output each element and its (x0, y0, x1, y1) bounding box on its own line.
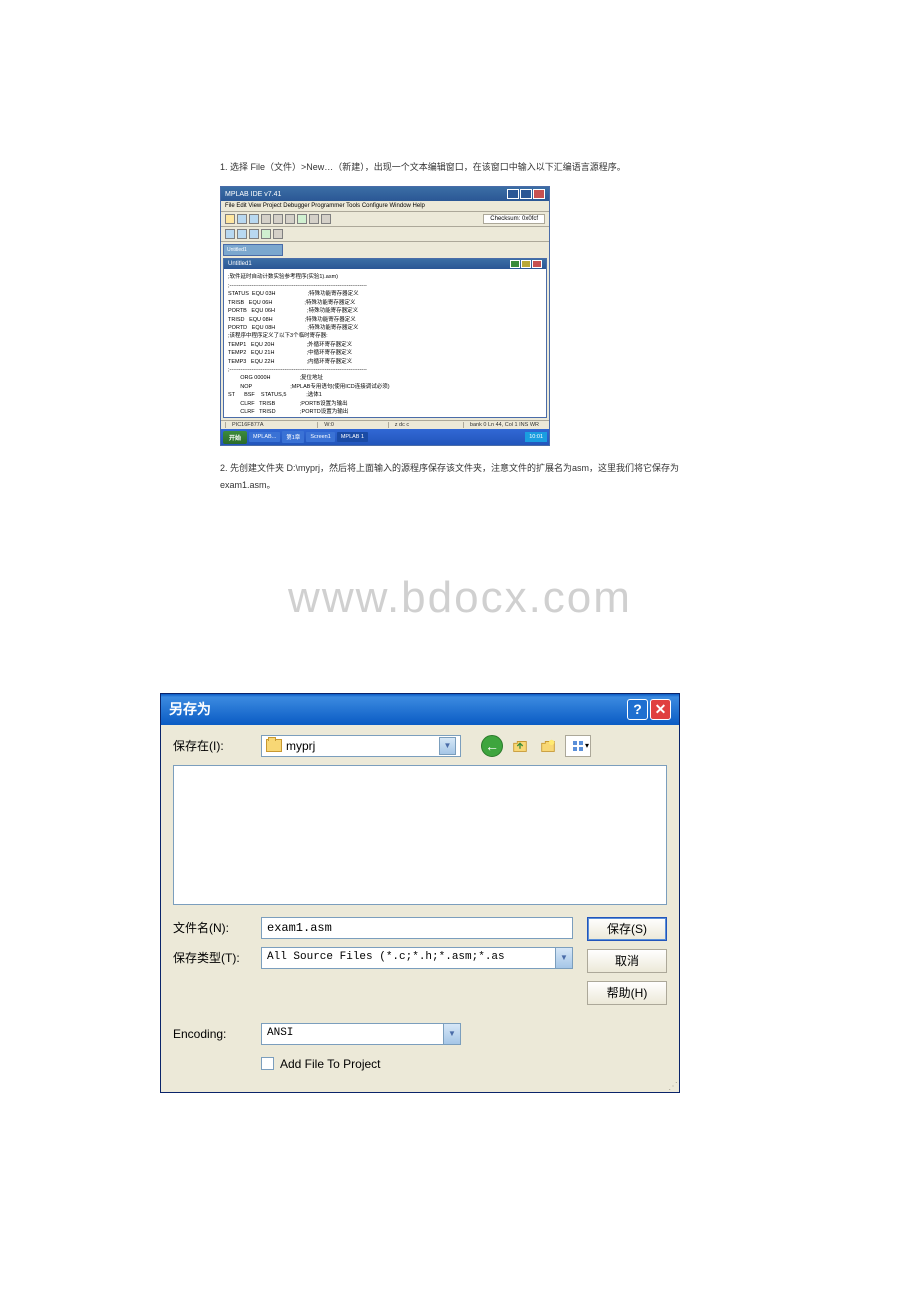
checksum-box: Checksum: 0x0fcf (483, 214, 545, 224)
filename-label: 文件名(N): (173, 919, 249, 936)
system-tray[interactable]: 10:01 (525, 432, 547, 442)
folder-icon (266, 739, 282, 752)
filetype-dropdown[interactable]: All Source Files (*.c;*.h;*.asm;*.as ▼ (261, 947, 573, 969)
chevron-down-icon[interactable]: ▼ (555, 948, 572, 968)
chevron-down-icon[interactable]: ▼ (439, 737, 456, 755)
encoding-label: Encoding: (173, 1027, 249, 1041)
taskbar-item[interactable]: Screen1 (306, 432, 335, 442)
addfile-label: Add File To Project (280, 1057, 381, 1071)
taskbar-item[interactable]: MPLAB... (249, 432, 280, 442)
run-icon[interactable] (261, 229, 271, 239)
filetype-label: 保存类型(T): (173, 949, 249, 966)
code-titlebar: Untitled1 (224, 259, 546, 269)
code-close-icon[interactable] (532, 260, 542, 268)
code-minimize-icon[interactable] (510, 260, 520, 268)
file-list[interactable] (173, 765, 667, 905)
status-cursor: bank 0 Ln 44, Col 1 INS WR (463, 422, 545, 428)
status-flags: z dc c (388, 422, 415, 428)
views-menu-icon[interactable] (565, 735, 591, 757)
ide-title: MPLAB IDE v7.41 (225, 191, 281, 198)
saveas-title: 另存为 (169, 699, 211, 719)
saveas-titlebar: 另存为 ? ✕ (161, 694, 679, 725)
status-device: PIC16F877A (225, 422, 270, 428)
help-button[interactable]: 帮助(H) (587, 981, 667, 1005)
code-window: Untitled1 ;软件延时自动计数实验参考程序(实验1).asm) ;---… (223, 258, 547, 418)
checksum-label: Checksum: (490, 216, 520, 222)
ide-menubar[interactable]: File Edit View Project Debugger Programm… (221, 201, 549, 212)
checksum-value: 0x0fcf (522, 216, 538, 222)
watermark: www.bdocx.com (0, 573, 920, 623)
print-icon[interactable] (297, 214, 307, 224)
addfile-checkbox[interactable] (261, 1057, 274, 1070)
find-icon[interactable] (309, 214, 319, 224)
maximize-icon[interactable] (520, 189, 532, 199)
project-icon[interactable] (249, 229, 259, 239)
cut-icon[interactable] (261, 214, 271, 224)
minimize-icon[interactable] (507, 189, 519, 199)
saveas-dialog: 另存为 ? ✕ 保存在(I): myprj ▼ ← (160, 693, 680, 1093)
new-folder-icon[interactable] (537, 735, 559, 757)
copy-icon[interactable] (273, 214, 283, 224)
ide-statusbar: PIC16F877A W:0 z dc c bank 0 Ln 44, Col … (221, 420, 549, 429)
step2-text: 2. 先创建文件夹 D:\myprj，然后将上面输入的源程序保存该文件夹，注意文… (220, 460, 700, 492)
new-file-icon[interactable] (225, 214, 235, 224)
taskbar: 开始 MPLAB... 第1章 Screen1 MPLAB 1 10:01 (221, 429, 549, 445)
save-icon[interactable] (249, 214, 259, 224)
start-button[interactable]: 开始 (223, 431, 247, 444)
code-editor[interactable]: ;软件延时自动计数实验参考程序(实验1).asm) ;-------------… (224, 269, 546, 417)
save-button[interactable]: 保存(S) (587, 917, 667, 941)
cancel-button[interactable]: 取消 (587, 949, 667, 973)
savein-dropdown[interactable]: myprj ▼ (261, 735, 461, 757)
make-icon[interactable] (237, 229, 247, 239)
up-folder-icon[interactable] (509, 735, 531, 757)
workspace-tab[interactable]: Untitled1 (223, 244, 283, 256)
step1-text: 1. 选择 File（文件）>New…（新建），出现一个文本编辑窗口，在该窗口中… (220, 160, 700, 174)
encoding-dropdown[interactable]: ANSI ▼ (261, 1023, 461, 1045)
stop-icon[interactable] (273, 229, 283, 239)
ide-toolbar2 (221, 227, 549, 242)
paste-icon[interactable] (285, 214, 295, 224)
code-maximize-icon[interactable] (521, 260, 531, 268)
ide-toolbar: Checksum: 0x0fcf (221, 212, 549, 227)
taskbar-item[interactable]: MPLAB 1 (337, 432, 368, 442)
ide-titlebar: MPLAB IDE v7.41 (221, 187, 549, 201)
chevron-down-icon[interactable]: ▼ (443, 1024, 460, 1044)
status-wreg: W:0 (317, 422, 340, 428)
savein-label: 保存在(I): (173, 737, 249, 754)
ide-window: MPLAB IDE v7.41 File Edit View Project D… (220, 186, 550, 446)
filename-input[interactable] (261, 917, 573, 939)
help-icon[interactable]: ? (627, 699, 648, 720)
back-icon[interactable]: ← (481, 735, 503, 757)
folder-name: myprj (286, 739, 315, 753)
code-title: Untitled1 (228, 261, 252, 267)
filetype-value: All Source Files (*.c;*.h;*.asm;*.as (262, 948, 555, 968)
build-icon[interactable] (225, 229, 235, 239)
encoding-value: ANSI (262, 1024, 443, 1044)
open-icon[interactable] (237, 214, 247, 224)
help-icon[interactable] (321, 214, 331, 224)
taskbar-item[interactable]: 第1章 (282, 431, 304, 443)
close-icon[interactable] (533, 189, 545, 199)
resize-grip-icon[interactable]: ⋰ (161, 1081, 679, 1092)
close-icon[interactable]: ✕ (650, 699, 671, 720)
